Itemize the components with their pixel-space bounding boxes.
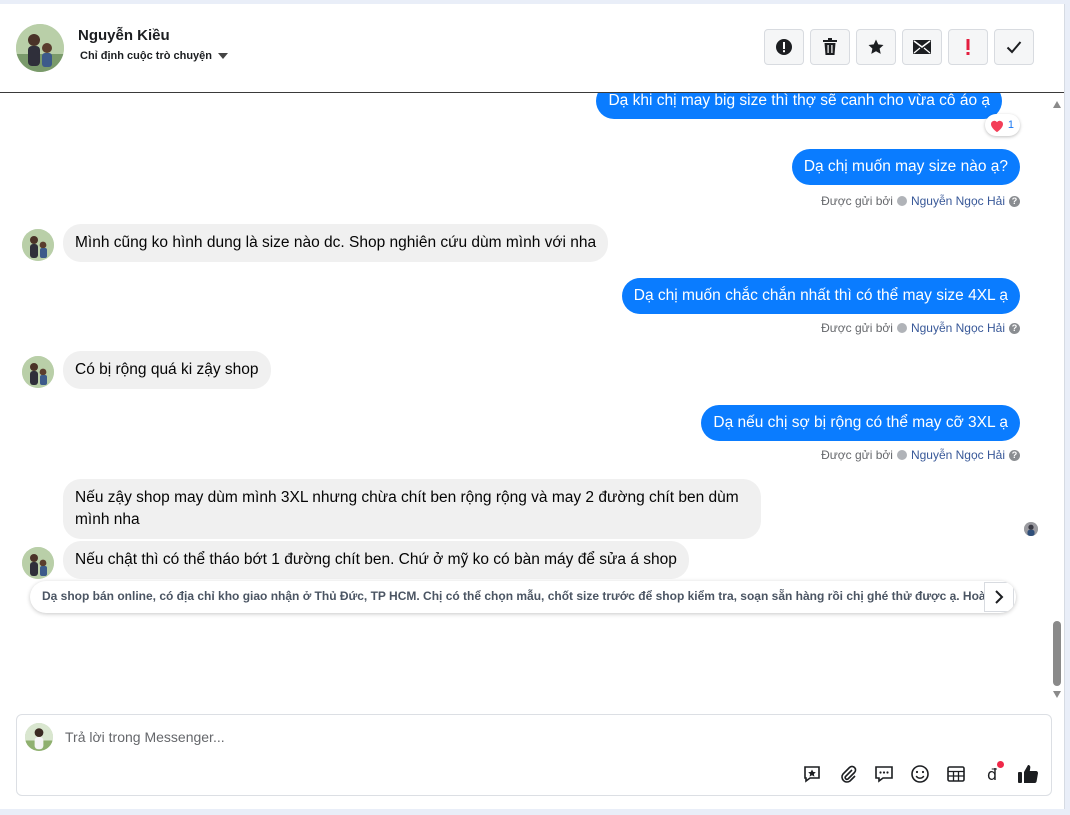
customer-avatar[interactable] xyxy=(22,356,54,388)
message-reaction[interactable]: 1 xyxy=(984,114,1020,136)
svg-text:đ: đ xyxy=(987,765,997,784)
help-icon[interactable]: ? xyxy=(1009,449,1020,461)
message-text: Nếu chật thì có thể tháo bớt 1 đường chí… xyxy=(75,551,677,568)
message-text: Mình cũng ko hình dung là size nào dc. S… xyxy=(75,234,597,251)
messenger-window: Nguyễn Kiều Chỉ định cuộc trò chuyện Dạ … xyxy=(0,4,1065,809)
thumbs-up-icon xyxy=(1018,765,1039,784)
help-icon[interactable]: ? xyxy=(1009,195,1020,207)
message-text: Dạ nếu chị sợ bị rộng có thể may cỡ 3XL … xyxy=(713,414,1008,431)
star-icon xyxy=(868,39,884,54)
message-text: Dạ chị muốn may size nào ạ? xyxy=(803,158,1008,175)
conversation-header: Nguyễn Kiều Chỉ định cuộc trò chuyện xyxy=(0,4,1064,93)
sender-name[interactable]: Nguyễn Ngọc Hải xyxy=(911,321,1005,335)
sender-name[interactable]: Nguyễn Ngọc Hải xyxy=(911,448,1005,462)
reply-input[interactable] xyxy=(65,729,665,745)
customer-avatar[interactable] xyxy=(22,547,54,579)
paperclip-icon xyxy=(841,765,857,783)
scroll-down-arrow-icon[interactable] xyxy=(1053,691,1061,698)
like-button[interactable] xyxy=(1015,761,1041,787)
outgoing-message[interactable]: Dạ nếu chị sợ bị rộng có thể may cỡ 3XL … xyxy=(701,405,1020,441)
reaction-count: 1 xyxy=(1007,119,1014,131)
emoji-icon xyxy=(911,765,929,783)
saved-reply-icon xyxy=(804,766,820,783)
mark-done-button[interactable] xyxy=(994,29,1034,65)
assign-conversation-dropdown[interactable]: Chỉ định cuộc trò chuyện xyxy=(80,50,229,62)
suggestion-next-button[interactable] xyxy=(984,582,1014,612)
message-text: Có bị rộng quá ki zậy shop xyxy=(75,361,259,378)
sent-by-prefix: Được gửi bởi xyxy=(821,321,893,335)
message-list[interactable]: Dạ khi chị may big size thì thợ sẽ canh … xyxy=(0,93,1046,703)
message-text: Nếu zậy shop may dùm mình 3XL nhưng chừa… xyxy=(75,489,739,528)
table-icon xyxy=(947,766,965,782)
message-text: Dạ khi chị may big size thì thợ sẽ canh … xyxy=(608,93,990,109)
incoming-message[interactable]: Mình cũng ko hình dung là size nào dc. S… xyxy=(63,224,609,262)
user-avatar-icon xyxy=(896,323,907,333)
composer-toolbar: đ xyxy=(799,761,1041,787)
contact-avatar[interactable] xyxy=(16,24,64,72)
exclamation-icon xyxy=(966,39,970,55)
help-icon[interactable]: ? xyxy=(1009,322,1020,334)
sent-by-info: Được gửi bởi Nguyễn Ngọc Hải ? xyxy=(821,321,1020,335)
chevron-right-icon xyxy=(995,590,1004,604)
notification-dot xyxy=(997,761,1004,768)
customer-avatar[interactable] xyxy=(22,229,54,261)
sent-by-info: Được gửi bởi Nguyễn Ngọc Hải ? xyxy=(821,448,1020,462)
alert-circle-icon xyxy=(776,39,792,55)
envelope-icon xyxy=(913,40,931,54)
incoming-message[interactable]: Có bị rộng quá ki zậy shop xyxy=(63,351,271,389)
message-scrollbar[interactable] xyxy=(1050,97,1064,707)
sent-by-info: Được gửi bởi Nguyễn Ngọc Hải ? xyxy=(821,194,1020,208)
saved-reply-button[interactable] xyxy=(799,761,825,787)
contact-name[interactable]: Nguyễn Kiều xyxy=(78,27,170,44)
mark-spam-button[interactable] xyxy=(764,29,804,65)
user-avatar-icon xyxy=(896,450,907,460)
user-avatar-icon xyxy=(896,196,907,206)
heart-icon xyxy=(990,120,1003,132)
follow-up-button[interactable] xyxy=(948,29,988,65)
payment-button[interactable]: đ xyxy=(979,761,1005,787)
suggested-reply[interactable]: Dạ shop bán online, có địa chỉ kho giao … xyxy=(30,581,1016,613)
attach-button[interactable] xyxy=(835,761,861,787)
outgoing-message[interactable]: Dạ chị muốn may size nào ạ? xyxy=(791,149,1020,185)
incoming-message[interactable]: Nếu chật thì có thể tháo bớt 1 đường chí… xyxy=(63,541,689,579)
reply-composer: đ xyxy=(16,714,1052,796)
sent-by-prefix: Được gửi bởi xyxy=(821,448,893,462)
page-avatar xyxy=(25,723,53,751)
seen-avatar-icon xyxy=(1024,522,1038,536)
message-text: Dạ chị muốn chắc chắn nhất thì có thể ma… xyxy=(633,287,1008,304)
suggested-reply-text[interactable]: Dạ shop bán online, có địa chỉ kho giao … xyxy=(42,589,986,603)
mark-unread-button[interactable] xyxy=(902,29,942,65)
scroll-thumb[interactable] xyxy=(1053,621,1061,686)
assign-label: Chỉ định cuộc trò chuyện xyxy=(80,50,213,62)
delete-button[interactable] xyxy=(810,29,850,65)
trash-icon xyxy=(823,38,837,55)
caret-down-icon xyxy=(218,53,229,59)
checkmark-icon xyxy=(1006,41,1022,54)
star-button[interactable] xyxy=(856,29,896,65)
emoji-button[interactable] xyxy=(907,761,933,787)
header-actions xyxy=(764,29,1034,65)
sender-name[interactable]: Nguyễn Ngọc Hải xyxy=(911,194,1005,208)
outgoing-message[interactable]: Dạ chị muốn chắc chắn nhất thì có thể ma… xyxy=(621,278,1020,314)
table-button[interactable] xyxy=(943,761,969,787)
chat-bubble-icon xyxy=(875,766,893,783)
scroll-up-arrow-icon[interactable] xyxy=(1053,101,1061,108)
chat-button[interactable] xyxy=(871,761,897,787)
incoming-message[interactable]: Nếu zậy shop may dùm mình 3XL nhưng chừa… xyxy=(63,479,761,539)
sent-by-prefix: Được gửi bởi xyxy=(821,194,893,208)
outgoing-message[interactable]: Dạ khi chị may big size thì thợ sẽ canh … xyxy=(596,93,1002,119)
